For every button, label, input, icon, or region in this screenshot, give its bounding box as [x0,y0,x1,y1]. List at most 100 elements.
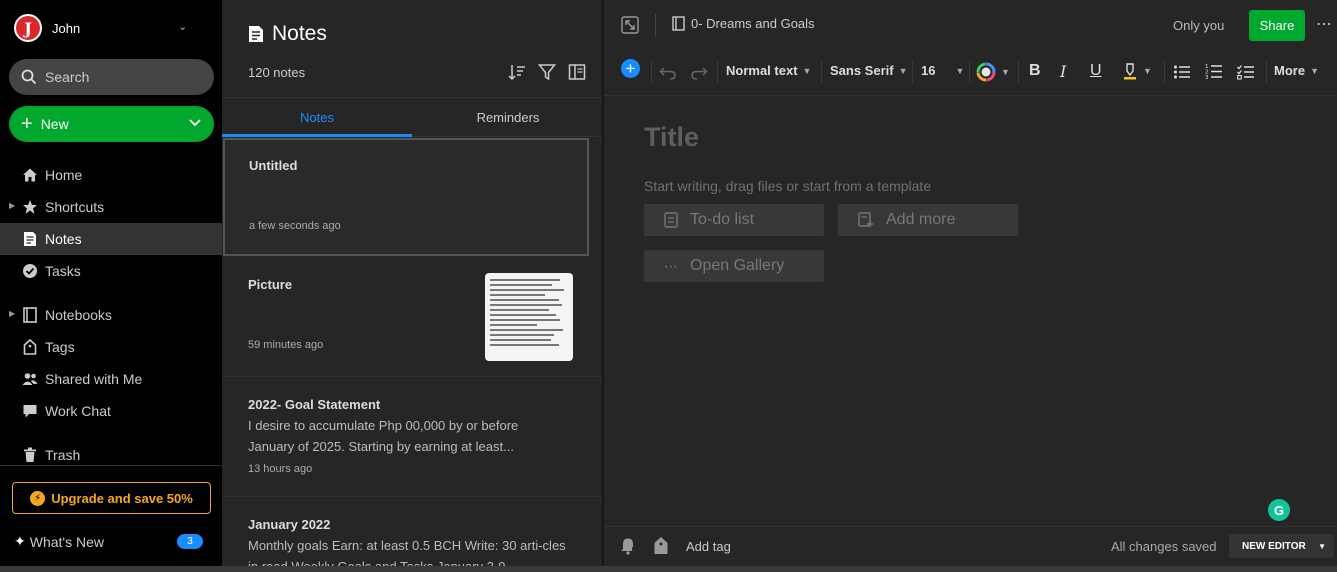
toolbar-divider [1164,61,1165,83]
tab-notes[interactable]: Notes [222,98,412,137]
note-title: Picture [248,277,293,292]
notebook-icon [672,16,685,31]
sidebar-item-label: Tags [45,339,75,355]
font-label: Sans Serif [830,63,894,78]
whats-new-button[interactable]: ✦ What's New [14,533,104,550]
tag-add-icon[interactable] [653,536,671,556]
note-time: 59 minutes ago [248,339,324,351]
svg-text:3: 3 [1205,75,1209,80]
highlight-button[interactable]: ▼ [1122,62,1152,80]
font-size-dropdown[interactable]: 16 ▼ [921,63,964,78]
people-icon [22,371,38,387]
sidebar-item-label: Trash [45,447,81,463]
note-card[interactable]: January 2022 Monthly goals Earn: at leas… [222,497,602,566]
active-tab-indicator [222,134,412,137]
note-list-title: Notes [272,22,327,45]
sparkle-icon: ✦ [14,533,26,549]
body-input[interactable]: Start writing, drag files or start from … [644,178,931,194]
note-time: 13 hours ago [248,463,313,475]
chevron-down-icon: ▼ [955,65,965,76]
toolbar-divider [1018,61,1019,83]
header-divider [655,14,656,36]
new-editor-label: NEW EDITOR [1242,540,1306,552]
chevron-down-icon[interactable] [188,116,202,130]
todo-list-template-button[interactable]: To-do list [644,204,824,236]
sidebar-item-tags[interactable]: Tags [0,331,222,363]
share-button[interactable]: Share [1249,10,1305,41]
note-card[interactable]: 2022- Goal Statement I desire to accumul… [222,377,602,497]
filter-icon[interactable] [538,63,556,81]
expand-icon[interactable] [621,16,639,34]
trash-icon [22,447,38,463]
sidebar-item-label: Shared with Me [45,371,143,387]
sidebar-item-tasks[interactable]: Tasks [0,255,222,287]
sidebar-item-trash[interactable]: Trash [0,439,222,471]
sidebar-item-label: Tasks [45,263,81,279]
add-template-icon [858,212,873,227]
more-options-icon[interactable]: ⋯ [1316,14,1333,34]
redo-icon[interactable] [690,64,708,80]
sidebar-item-shared[interactable]: Shared with Me [0,363,222,395]
chevron-down-icon: ▼ [1001,67,1010,77]
avatar: J [14,14,42,42]
sidebar-item-label: Notes [45,231,82,247]
text-color-button[interactable]: ▼ [976,62,1010,82]
whats-new-label: What's New [29,533,104,550]
highlighter-icon [1124,63,1136,80]
editor-header: 0- Dreams and Goals Only you Share ⋯ [604,0,1337,50]
note-list-panel: Notes 120 notes Notes Reminders Untitled… [222,0,603,566]
title-input[interactable]: Title [644,122,699,153]
sidebar-divider [0,465,222,466]
account-switcher[interactable]: J John [14,14,80,42]
more-dropdown[interactable]: More ▼ [1274,63,1319,78]
grammarly-icon[interactable]: G [1268,499,1290,521]
italic-icon[interactable]: I [1060,62,1066,81]
color-wheel-icon [976,62,996,82]
underline-icon[interactable]: U [1090,62,1102,80]
chevron-down-icon[interactable]: ⌄ [178,20,187,33]
tab-reminders[interactable]: Reminders [413,98,602,137]
note-card[interactable]: Untitled a few seconds ago [223,138,589,256]
add-more-template-button[interactable]: Add more [838,204,1018,236]
insert-button[interactable]: + [621,59,640,78]
view-options-icon[interactable] [568,63,586,81]
note-title: January 2022 [248,517,331,532]
numbered-list-icon[interactable]: 123 [1205,63,1223,80]
sidebar-item-notebooks[interactable]: Notebooks [0,299,222,331]
plus-icon: + [21,113,33,135]
reminder-bell-icon[interactable] [619,537,637,555]
editor-footer: Add tag All changes saved NEW EDITOR ▼ [604,526,1337,566]
sidebar-item-shortcuts[interactable]: Shortcuts [0,191,222,223]
sidebar-item-label: Shortcuts [45,199,105,215]
new-button[interactable]: + New [9,106,214,142]
upgrade-button[interactable]: ⚡ Upgrade and save 50% [12,482,211,514]
bullet-list-icon[interactable] [1173,64,1191,80]
sidebar-item-workchat[interactable]: Work Chat [0,395,222,427]
sidebar-item-label: Notebooks [45,307,112,323]
visibility-label[interactable]: Only you [1173,18,1224,33]
note-card[interactable]: Picture 59 minutes ago [222,257,602,377]
add-tag-input[interactable]: Add tag [686,539,731,554]
open-gallery-button[interactable]: ⋯ Open Gallery [644,250,824,282]
font-dropdown[interactable]: Sans Serif ▼ [830,63,908,78]
sidebar-item-home[interactable]: Home [0,159,222,191]
search-input[interactable]: Search [9,59,214,95]
whats-new-count-badge: 3 [177,534,203,549]
undo-icon[interactable] [659,64,677,80]
notebook-selector[interactable]: 0- Dreams and Goals [672,16,815,31]
toolbar-divider [1266,61,1267,83]
add-more-label: Add more [886,211,956,228]
sidebar-item-notes[interactable]: Notes [0,223,222,255]
formatting-toolbar: + Normal text ▼ Sans Serif ▼ 16 ▼ ▼ B I U ▼… [604,50,1337,96]
chevron-down-icon: ▼ [1143,66,1152,76]
checklist-icon[interactable] [1237,64,1255,80]
note-icon [249,26,263,42]
account-name: John [52,20,81,36]
text-style-dropdown[interactable]: Normal text ▼ [726,63,811,78]
bold-icon[interactable]: B [1029,62,1041,80]
toolbar-divider [969,61,970,83]
new-editor-button[interactable]: NEW EDITOR ▼ [1229,534,1334,558]
sort-icon[interactable] [508,63,526,81]
font-size-label: 16 [921,63,936,78]
text-style-label: Normal text [726,63,798,78]
